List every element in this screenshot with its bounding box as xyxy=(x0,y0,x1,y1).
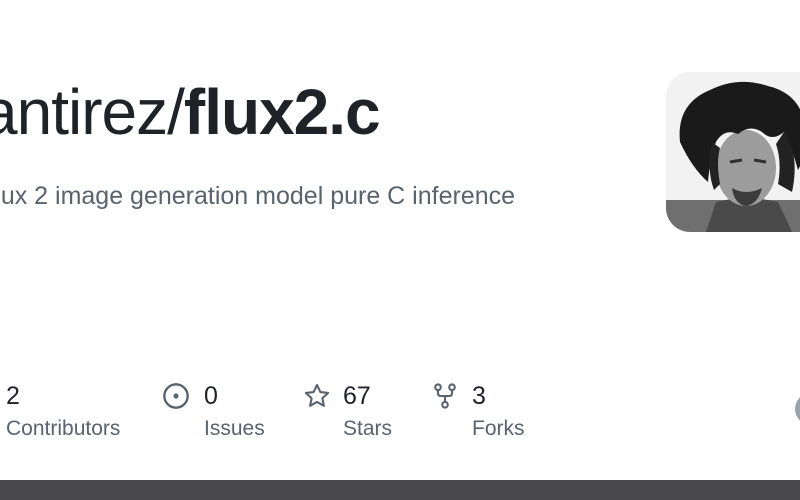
issue-opened-icon xyxy=(163,383,189,409)
stars-label: Stars xyxy=(343,417,393,440)
contributors-count: 2 xyxy=(6,382,20,410)
repo-name[interactable]: flux2.c xyxy=(184,76,381,148)
language-bar xyxy=(0,480,800,500)
star-icon xyxy=(304,383,330,407)
repo-social-card: antirez/flux2.c Flux 2 image generation … xyxy=(0,0,800,500)
issues-count: 0 xyxy=(204,382,218,410)
owner-avatar[interactable] xyxy=(666,72,800,232)
stars-count: 67 xyxy=(343,382,371,410)
avatar-photo xyxy=(666,72,800,232)
issues-label: Issues xyxy=(204,417,265,440)
repo-description: Flux 2 image generation model pure C inf… xyxy=(0,182,516,210)
repo-separator: / xyxy=(167,76,185,148)
forks-count: 3 xyxy=(472,382,486,410)
forks-label: Forks xyxy=(472,417,525,440)
repo-owner[interactable]: antirez xyxy=(0,76,168,148)
contributors-label: Contributors xyxy=(6,417,121,440)
repo-title[interactable]: antirez/flux2.c xyxy=(0,70,381,154)
repo-stats: 2 Contributors 0 Issues 67 Stars 3 Forks xyxy=(0,378,800,448)
repo-forked-icon xyxy=(434,383,456,409)
